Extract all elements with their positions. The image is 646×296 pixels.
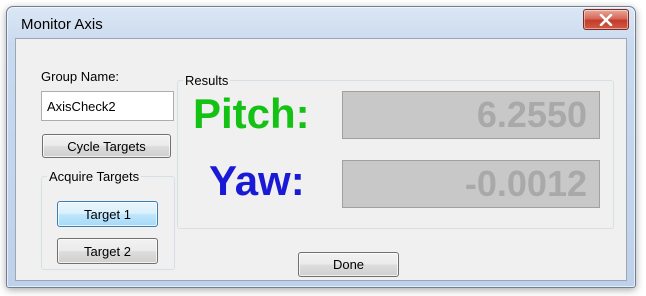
close-button[interactable] bbox=[583, 9, 629, 30]
pitch-readout: 6.2550 bbox=[342, 91, 600, 139]
yaw-readout: -0.0012 bbox=[342, 160, 600, 208]
acquire-targets-title: Acquire Targets bbox=[47, 169, 142, 184]
monitor-axis-dialog: Monitor Axis Group Name: Cycle Targets A… bbox=[6, 6, 636, 288]
group-name-label: Group Name: bbox=[41, 69, 120, 84]
close-x-icon bbox=[599, 13, 613, 26]
results-title: Results bbox=[183, 73, 231, 88]
target-1-button[interactable]: Target 1 bbox=[57, 201, 158, 227]
results-group: Results Pitch: 6.2550 Yaw: -0.0012 bbox=[177, 73, 614, 229]
acquire-targets-group: Acquire Targets Target 1 Target 2 bbox=[41, 169, 175, 270]
target-2-button[interactable]: Target 2 bbox=[57, 238, 158, 264]
group-name-input[interactable] bbox=[41, 91, 174, 121]
pitch-label: Pitch: bbox=[193, 90, 310, 137]
title-bar[interactable]: Monitor Axis bbox=[7, 7, 635, 41]
window-title: Monitor Axis bbox=[21, 16, 103, 33]
dialog-client-area: Group Name: Cycle Targets Acquire Target… bbox=[15, 38, 627, 281]
done-button[interactable]: Done bbox=[298, 252, 399, 277]
yaw-label: Yaw: bbox=[209, 157, 305, 204]
cycle-targets-button[interactable]: Cycle Targets bbox=[42, 134, 171, 158]
